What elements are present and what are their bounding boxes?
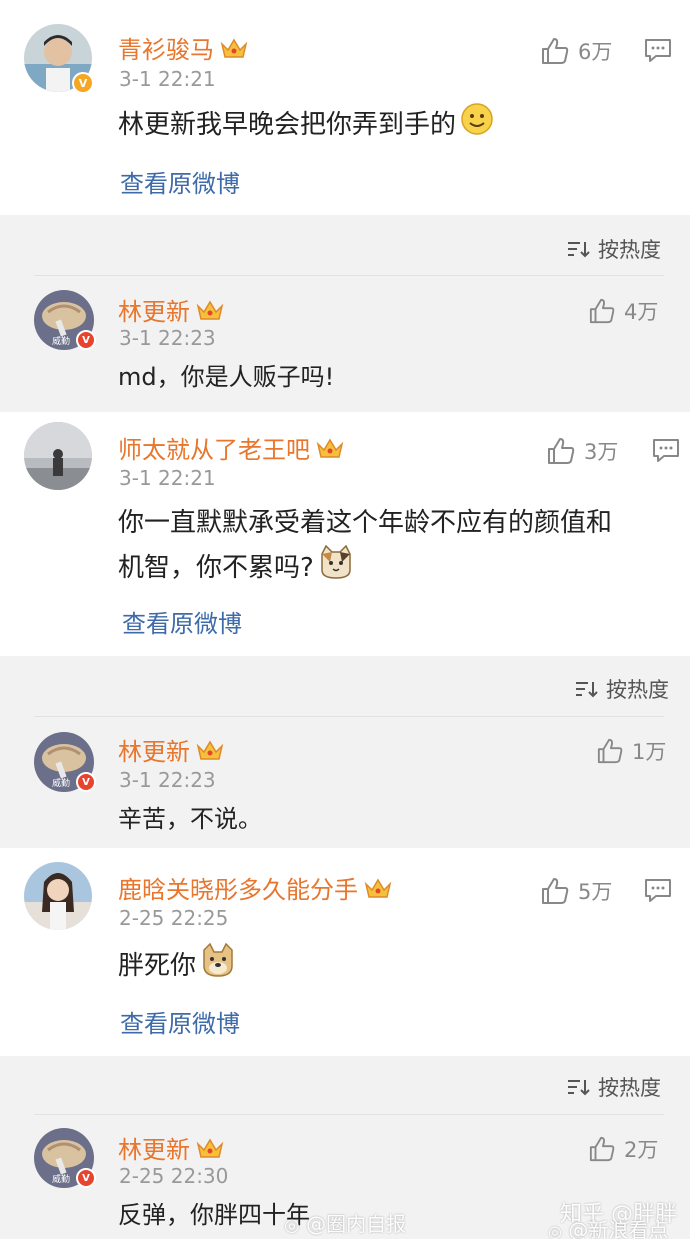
username[interactable]: 鹿晗关晓彤多久能分手 xyxy=(118,870,392,906)
divider xyxy=(34,1114,664,1115)
doge-emoji-icon xyxy=(200,942,236,991)
crown-icon xyxy=(220,36,248,66)
verified-badge: V xyxy=(76,330,96,350)
comment-time: 3-1 22:21 xyxy=(119,466,216,490)
crown-icon xyxy=(196,1136,224,1166)
view-original-link[interactable]: 查看原微博 xyxy=(120,1004,240,1039)
reply-time: 3-1 22:23 xyxy=(119,768,216,792)
reply-content: md，你是人贩子吗! xyxy=(118,363,335,391)
like-button[interactable]: 5万 xyxy=(540,876,612,906)
thumbs-up-icon xyxy=(589,298,615,324)
like-count: 1万 xyxy=(632,740,667,764)
username[interactable]: 林更新 xyxy=(118,732,224,768)
crown-icon xyxy=(316,436,344,466)
comment-card: V 青衫骏马 3-1 22:21 6万 林更新我早晚会把你弄到手的 查看原微博 xyxy=(0,0,690,215)
weibo-logo-icon: ◎ xyxy=(284,1215,300,1236)
comment-time: 3-1 22:21 xyxy=(119,67,216,91)
comment-icon[interactable] xyxy=(644,38,672,68)
avatar[interactable] xyxy=(24,422,92,490)
reply-content: 辛苦，不说。 xyxy=(118,805,262,833)
thumbs-up-icon xyxy=(548,438,575,464)
comment-time: 2-25 22:25 xyxy=(119,906,229,930)
like-button[interactable]: 3万 xyxy=(546,436,618,466)
comment-icon[interactable] xyxy=(652,438,680,468)
like-button[interactable]: 4万 xyxy=(588,296,658,326)
avatar-caption: 威勤 xyxy=(52,337,71,347)
comment-content: 胖死你 xyxy=(118,942,236,991)
crown-icon xyxy=(364,876,392,906)
sort-icon xyxy=(568,242,590,258)
crown-icon xyxy=(196,738,224,768)
view-original-link[interactable]: 查看原微博 xyxy=(120,164,240,199)
verified-badge: V xyxy=(76,772,96,792)
like-button[interactable]: 1万 xyxy=(596,736,666,766)
crown-icon xyxy=(196,298,224,328)
reply-section: 按热度 威勤 V 林更新 3-1 22:23 1万 辛苦，不说。 xyxy=(0,656,690,848)
smile-emoji-icon xyxy=(460,102,494,149)
thumbs-up-icon xyxy=(589,1136,615,1162)
watermark-left: ◎ @圈内自报 xyxy=(284,1212,407,1236)
reply-time: 2-25 22:30 xyxy=(119,1164,229,1188)
username[interactable]: 青衫骏马 xyxy=(118,30,248,66)
thumbs-up-icon xyxy=(542,878,569,904)
divider xyxy=(34,275,664,276)
watermark-right-bottom: ◎ @新浪看点 xyxy=(548,1218,669,1239)
sort-icon xyxy=(568,1080,590,1096)
username[interactable]: 林更新 xyxy=(118,1130,224,1166)
like-count: 4万 xyxy=(624,300,659,324)
divider xyxy=(34,716,664,717)
thumbs-up-icon xyxy=(597,738,623,764)
view-original-link[interactable]: 查看原微博 xyxy=(122,604,242,639)
sort-button[interactable]: 按热度 xyxy=(566,234,661,264)
verified-badge: V xyxy=(72,72,94,94)
comment-icon[interactable] xyxy=(644,878,672,908)
like-count: 5万 xyxy=(578,880,613,904)
like-count: 3万 xyxy=(584,440,619,464)
avatar[interactable] xyxy=(24,862,92,930)
username[interactable]: 师太就从了老王吧 xyxy=(118,430,344,466)
like-button[interactable]: 2万 xyxy=(588,1134,658,1164)
comment-card: 师太就从了老王吧 3-1 22:21 3万 你一直默默承受着这个年龄不应有的颜值… xyxy=(0,418,690,656)
weibo-logo-icon: ◎ xyxy=(548,1222,562,1239)
sort-button[interactable]: 按热度 xyxy=(574,674,669,704)
reply-section: 按热度 威勤 V 林更新 3-1 22:23 4万 md，你是人贩子吗! xyxy=(0,220,690,412)
like-count: 6万 xyxy=(578,40,613,64)
like-count: 2万 xyxy=(624,1138,659,1162)
sort-button[interactable]: 按热度 xyxy=(566,1072,661,1102)
like-button[interactable]: 6万 xyxy=(540,36,612,66)
thumbs-up-icon xyxy=(542,38,569,64)
reply-content: 反弹，你胖四十年 xyxy=(118,1201,310,1229)
username[interactable]: 林更新 xyxy=(118,292,224,328)
verified-badge: V xyxy=(76,1168,96,1188)
avatar-caption: 威勤 xyxy=(52,779,71,789)
avatar-caption: 威勤 xyxy=(52,1175,71,1185)
comment-card: 鹿晗关晓彤多久能分手 2-25 22:25 5万 胖死你 查看原微博 xyxy=(0,850,690,1056)
reply-time: 3-1 22:23 xyxy=(119,326,216,350)
comment-content: 林更新我早晚会把你弄到手的 xyxy=(118,102,494,149)
cat-emoji-icon xyxy=(318,544,354,593)
comment-content: 你一直默默承受着这个年龄不应有的颜值和 机智，你不累吗? xyxy=(118,502,612,593)
sort-icon xyxy=(576,682,598,698)
